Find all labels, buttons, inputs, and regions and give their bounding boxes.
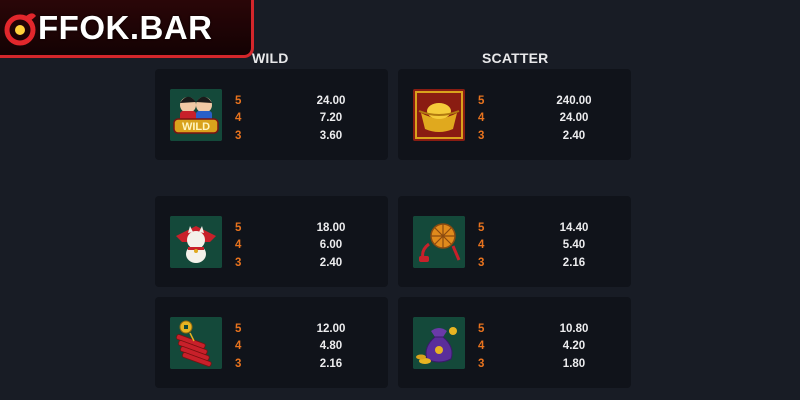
wild-kids-icon: WILD <box>170 89 222 141</box>
count-label: 5 <box>235 322 242 335</box>
payout-value: 24.00 <box>559 112 589 125</box>
payout-value: 5.40 <box>562 239 586 252</box>
paytable-card-firecrackers: 5 12.00 4 4.80 3 2.16 <box>155 297 388 388</box>
ok-hand-icon <box>2 8 42 48</box>
payout-value: 14.40 <box>559 221 589 234</box>
paytable-card-lucky-cat: 5 18.00 4 6.00 3 2.40 <box>155 196 388 287</box>
count-label: 5 <box>478 94 485 107</box>
payout-value: 4.80 <box>319 340 343 353</box>
paytable-card-scatter: 5 240.00 4 24.00 3 2.40 <box>398 69 631 160</box>
firecrackers-coin-icon <box>170 317 222 369</box>
wild-column-title: WILD <box>252 50 289 66</box>
payout-value: 18.00 <box>316 221 346 234</box>
count-label: 3 <box>235 129 242 142</box>
payout-value: 2.40 <box>319 256 343 269</box>
payout-value: 10.80 <box>559 322 589 335</box>
count-label: 3 <box>235 256 242 269</box>
count-label: 4 <box>478 112 485 125</box>
lucky-cat-icon <box>170 216 222 268</box>
scatter-column-title: SCATTER <box>482 50 549 66</box>
count-label: 5 <box>478 221 485 234</box>
payout-value: 6.00 <box>319 239 343 252</box>
count-label: 3 <box>478 256 485 269</box>
paytable-card-wild: WILD 5 24.00 4 7.20 3 3.60 <box>155 69 388 160</box>
count-label: 4 <box>478 239 485 252</box>
count-label: 4 <box>235 340 242 353</box>
payout-value: 4.20 <box>562 340 586 353</box>
count-label: 5 <box>235 94 242 107</box>
payout-value: 3.60 <box>319 129 343 142</box>
paytable-card-firecracker-knot: 5 14.40 4 5.40 3 2.16 <box>398 196 631 287</box>
site-logo[interactable]: FFOK.BAR <box>0 0 254 58</box>
payout-value: 7.20 <box>319 112 343 125</box>
count-label: 5 <box>235 221 242 234</box>
payout-value: 24.00 <box>316 94 346 107</box>
payout-value: 1.80 <box>562 357 586 370</box>
count-label: 4 <box>478 340 485 353</box>
paytable-card-money-bag: 5 10.80 4 4.20 3 1.80 <box>398 297 631 388</box>
count-label: 5 <box>478 322 485 335</box>
money-bag-icon <box>413 317 465 369</box>
payout-value: 2.16 <box>562 256 586 269</box>
payout-value: 2.40 <box>562 129 586 142</box>
gold-ingot-icon <box>413 89 465 141</box>
logo-text: FFOK.BAR <box>38 9 213 46</box>
count-label: 4 <box>235 239 242 252</box>
count-label: 3 <box>478 129 485 142</box>
firecracker-knot-icon <box>413 216 465 268</box>
payout-value: 12.00 <box>316 322 346 335</box>
count-label: 3 <box>235 357 242 370</box>
count-label: 4 <box>235 112 242 125</box>
payout-value: 240.00 <box>556 94 592 107</box>
payout-value: 2.16 <box>319 357 343 370</box>
count-label: 3 <box>478 357 485 370</box>
svg-text:WILD: WILD <box>182 121 210 133</box>
